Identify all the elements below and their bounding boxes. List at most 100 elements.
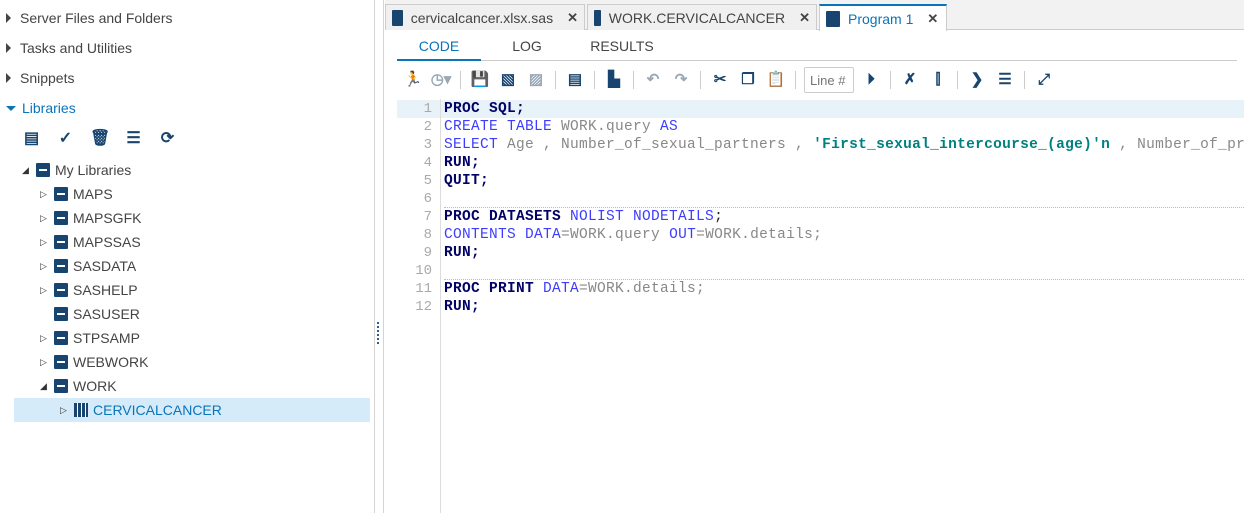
code-line[interactable]: QUIT; <box>444 172 489 190</box>
code-snippets-icon[interactable]: ⫿ <box>927 69 949 91</box>
line-number: 11 <box>415 281 432 297</box>
history-icon[interactable]: ◷▾ <box>430 69 452 91</box>
collapse-icon <box>6 105 16 111</box>
tree-library-maps[interactable]: ▷ MAPS <box>40 182 113 206</box>
view-columns-icon[interactable]: ☰ <box>124 130 143 148</box>
save-as-icon[interactable]: ▧ <box>497 69 519 91</box>
divider <box>594 71 595 89</box>
line-number: 12 <box>415 299 432 315</box>
undo-icon[interactable]: ↶ <box>642 69 664 91</box>
save-icon[interactable]: 💾 <box>469 69 491 91</box>
tree-library-stpsamp[interactable]: ▷ STPSAMP <box>40 326 140 350</box>
section-label: Libraries <box>22 100 76 116</box>
code-line[interactable]: PROC SQL; <box>444 100 525 118</box>
copy-icon[interactable]: ❐ <box>737 69 759 91</box>
new-library-icon[interactable]: ▤ <box>22 130 41 148</box>
tab-results[interactable]: RESULTS <box>577 32 667 61</box>
section-tasks[interactable]: Tasks and Utilities <box>6 37 132 59</box>
tree-library-webwork[interactable]: ▷ WEBWORK <box>40 350 148 374</box>
code-token: CREATE TABLE <box>444 119 562 135</box>
code-token: , Number_of_pregnancies <box>1119 137 1244 153</box>
submit-icon[interactable]: ❯ <box>966 69 988 91</box>
tree-library-work[interactable]: ◢ WORK <box>40 374 117 398</box>
maximize-icon[interactable]: ⤢ <box>1033 69 1055 91</box>
library-icon <box>54 307 68 321</box>
format-code-icon[interactable]: ▤ <box>564 69 586 91</box>
divider <box>700 71 701 89</box>
line-number-input[interactable] <box>804 67 854 93</box>
tab-bar: cervicalcancer.xlsx.sas ✕ WORK.CERVICALCA… <box>385 0 1244 31</box>
code-editor[interactable]: 1 2 3 4 5 6 7 8 9 10 11 12 PROC SQL; CREATE TABLE WO… <box>385 99 1244 513</box>
tree-library-sasuser[interactable]: SASUSER <box>40 302 140 326</box>
email-icon[interactable]: ▨ <box>525 69 547 91</box>
delete-icon[interactable]: 🗑 <box>90 130 110 148</box>
code-line[interactable]: RUN; <box>444 298 480 316</box>
line-number: 3 <box>423 137 432 153</box>
collapse-icon: ◢ <box>22 165 29 175</box>
redo-icon[interactable]: ↷ <box>670 69 692 91</box>
indent-icon[interactable]: ☰ <box>994 69 1016 91</box>
tree-label: MAPSSAS <box>73 234 141 250</box>
code-line[interactable]: CONTENTS DATA=WORK.query OUT=WORK.detail… <box>444 226 822 244</box>
run-icon[interactable]: 🏃 <box>402 69 424 91</box>
library-icon <box>54 283 68 297</box>
line-number: 10 <box>415 263 432 279</box>
tab-cervicalcancer-sas[interactable]: cervicalcancer.xlsx.sas ✕ <box>385 4 585 30</box>
code-line[interactable]: RUN; <box>444 244 480 262</box>
cut-icon[interactable]: ✂ <box>709 69 731 91</box>
library-icon <box>54 355 68 369</box>
print-icon[interactable]: ▙ <box>603 69 625 91</box>
go-to-line-icon[interactable]: ⏵ <box>860 69 882 91</box>
divider <box>460 71 461 89</box>
tree-library-mapssas[interactable]: ▷ MAPSSAS <box>40 230 141 254</box>
tree-label: MAPS <box>73 186 113 202</box>
section-snippets[interactable]: Snippets <box>6 67 74 89</box>
close-icon[interactable]: ✕ <box>927 11 938 27</box>
section-server-files[interactable]: Server Files and Folders <box>6 7 173 29</box>
code-token: RUN; <box>444 299 481 315</box>
library-icon <box>54 235 68 249</box>
tree-label: SASUSER <box>73 306 140 322</box>
code-token: 'First_sexual_intercourse_(age)'n <box>813 137 1111 153</box>
code-token: SELECT <box>444 137 508 153</box>
code-toolbar: 🏃 ◷▾ 💾 ▧ ▨ ▤ ▙ ↶ ↷ ✂ ❐ 📋 ⏵ ✗ ⫿ ❯ ☰ ⤢ <box>399 66 1058 94</box>
tab-work-cervicalcancer[interactable]: WORK.CERVICALCANCER ✕ <box>587 4 817 30</box>
code-line[interactable]: CREATE TABLE WORK.query AS <box>444 118 678 136</box>
code-token: QUIT; <box>444 173 490 189</box>
library-toolbar: ▤ ✓ 🗑 ☰ ⟳ <box>22 130 177 148</box>
code-token: DATA <box>543 281 580 297</box>
tree-label: SASHELP <box>73 282 138 298</box>
tree-my-libraries[interactable]: ◢ My Libraries <box>22 158 131 182</box>
tree-library-sashelp[interactable]: ▷ SASHELP <box>40 278 138 302</box>
tree-table-cervicalcancer[interactable]: ▷ CERVICALCANCER <box>60 398 222 422</box>
code-line[interactable]: SELECT Age , Number_of_sexual_partners ,… <box>444 136 1244 154</box>
divider <box>957 71 958 89</box>
tree-library-mapsgfk[interactable]: ▷ MAPSGFK <box>40 206 141 230</box>
line-number: 8 <box>423 227 432 243</box>
code-token: ; <box>714 209 724 225</box>
code-line[interactable]: PROC PRINT DATA=WORK.details; <box>444 280 705 298</box>
clear-code-icon[interactable]: ✗ <box>899 69 921 91</box>
tree-label: SASDATA <box>73 258 137 274</box>
tab-code[interactable]: CODE <box>397 32 481 61</box>
refresh-icon[interactable]: ⟳ <box>158 130 177 148</box>
code-token: PROC DATASETS <box>444 209 571 225</box>
line-number: 9 <box>423 245 432 261</box>
pane-splitter[interactable] <box>375 0 384 513</box>
paste-icon[interactable]: 📋 <box>765 69 787 91</box>
tree-library-sasdata[interactable]: ▷ SASDATA <box>40 254 136 278</box>
tab-log[interactable]: LOG <box>497 32 557 61</box>
close-icon[interactable]: ✕ <box>799 10 810 26</box>
tab-program-1[interactable]: Program 1 ✕ <box>819 4 947 31</box>
splitter-grip[interactable] <box>377 322 379 344</box>
code-line[interactable]: PROC DATASETS NOLIST NODETAILS; <box>444 208 723 226</box>
close-icon[interactable]: ✕ <box>567 10 578 26</box>
code-line[interactable]: RUN; <box>444 154 480 172</box>
expand-icon: ▷ <box>40 213 47 223</box>
line-number: 4 <box>423 155 432 171</box>
tree-label: STPSAMP <box>73 330 140 346</box>
section-libraries[interactable]: Libraries <box>6 97 76 119</box>
code-token: RUN; <box>444 245 481 261</box>
expand-icon: ▷ <box>40 285 47 295</box>
properties-icon[interactable]: ✓ <box>56 130 75 148</box>
